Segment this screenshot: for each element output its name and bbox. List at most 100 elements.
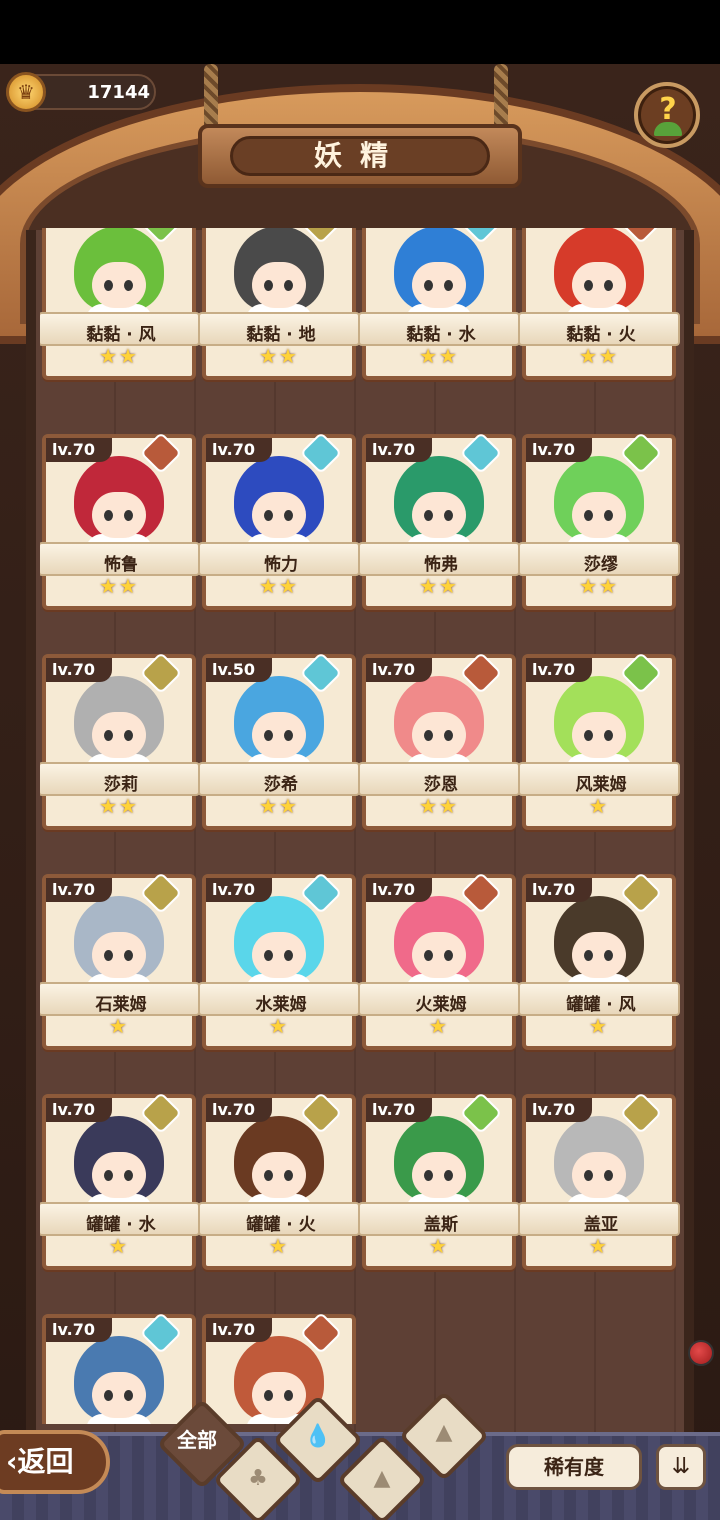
star-rating: ★ — [269, 1234, 289, 1258]
name-scroll: 莎缪 — [518, 542, 680, 576]
fairy-card[interactable]: lv.70 罐罐 · 风 ★ — [518, 871, 680, 1054]
fairy-card[interactable]: lv.70 盖亚 ★ — [518, 1091, 680, 1274]
face — [92, 712, 146, 758]
name-scroll: 怖弗 — [358, 542, 520, 576]
face — [252, 492, 306, 538]
fairy-name: 莎恩 — [424, 775, 458, 795]
level-badge: lv.70 — [46, 1318, 112, 1342]
sort-order-button[interactable]: ⇊ — [656, 1444, 706, 1490]
fairy-card[interactable]: 黏黏 · 地 ★★ — [198, 228, 360, 384]
fairy-name: 黏黏 · 火 — [566, 325, 636, 345]
star-rating: ★ — [109, 1014, 129, 1038]
star-rating: ★★ — [259, 574, 299, 598]
level-badge: lv.70 — [366, 658, 432, 682]
fairy-card[interactable]: 黏黏 · 水 ★★ — [358, 228, 520, 384]
name-scroll: 怖鲁 — [40, 542, 200, 576]
name-scroll: 莎恩 — [358, 762, 520, 796]
level-badge: lv.70 — [206, 1318, 272, 1342]
name-scroll: 盖斯 — [358, 1202, 520, 1236]
sprout-icon: ♣ — [248, 1466, 268, 1491]
fairy-name: 盖亚 — [584, 1215, 618, 1235]
star-rating: ★ — [589, 1234, 609, 1258]
star-rating: ★★ — [579, 344, 619, 368]
fairy-name: 黏黏 · 水 — [406, 325, 476, 345]
filter-all-label: 全部 — [177, 1428, 217, 1452]
name-scroll: 风莱姆 — [518, 762, 680, 796]
fairy-card[interactable]: 黏黏 · 火 ★★ — [518, 228, 680, 384]
coin-value: 17144 — [87, 82, 150, 103]
back-label: 返回 — [17, 1445, 74, 1478]
name-scroll: 罐罐 · 风 — [518, 982, 680, 1016]
back-chevron-icon: ‹ — [6, 1445, 18, 1478]
star-rating: ★★ — [579, 574, 619, 598]
fairy-card[interactable]: lv.50 莎希 ★★ — [198, 651, 360, 834]
status-bar — [0, 0, 720, 64]
water-drop-icon: 💧 — [304, 1424, 332, 1449]
leaf-icon — [654, 122, 682, 136]
star-rating: ★★ — [419, 794, 459, 818]
level-badge: lv.70 — [366, 438, 432, 462]
fairy-card[interactable]: lv.70 怖弗 ★★ — [358, 431, 520, 614]
help-button[interactable]: ? — [634, 82, 700, 148]
fairy-name: 怖鲁 — [104, 555, 138, 575]
face — [92, 262, 146, 308]
rarity-sort-button[interactable]: 稀有度 — [506, 1444, 642, 1490]
level-badge: lv.70 — [206, 878, 272, 902]
fairy-card[interactable]: lv.70 莎恩 ★★ — [358, 651, 520, 834]
fairy-name: 莎莉 — [104, 775, 138, 795]
fairy-card[interactable]: 黏黏 · 风 ★★ — [40, 228, 200, 384]
level-badge: lv.70 — [206, 1098, 272, 1122]
fairy-card[interactable]: lv.70 罐罐 · 水 ★ — [40, 1091, 200, 1274]
name-scroll: 黏黏 · 火 — [518, 312, 680, 346]
ladybug-icon[interactable] — [688, 1340, 714, 1366]
star-rating: ★★ — [99, 794, 139, 818]
level-badge: lv.70 — [46, 1098, 112, 1122]
page-title: 妖精 — [230, 136, 490, 176]
fairy-card[interactable]: lv.70 — [42, 1311, 196, 1424]
fairy-name: 怖弗 — [424, 555, 458, 575]
face — [412, 932, 466, 978]
face — [412, 262, 466, 308]
face — [572, 712, 626, 758]
face — [412, 492, 466, 538]
face — [252, 932, 306, 978]
name-scroll: 火莱姆 — [358, 982, 520, 1016]
name-scroll: 莎莉 — [40, 762, 200, 796]
fairy-name: 罐罐 · 风 — [566, 995, 636, 1015]
fairy-name: 风莱姆 — [575, 775, 627, 795]
star-rating: ★★ — [259, 794, 299, 818]
fairy-card[interactable]: lv.70 怖力 ★★ — [198, 431, 360, 614]
fairy-card[interactable]: lv.70 莎莉 ★★ — [40, 651, 200, 834]
fairy-name: 罐罐 · 水 — [86, 1215, 156, 1235]
fairy-card[interactable]: lv.70 火莱姆 ★ — [358, 871, 520, 1054]
star-rating: ★★ — [419, 574, 459, 598]
fairy-card[interactable]: lv.70 罐罐 · 火 ★ — [198, 1091, 360, 1274]
face — [572, 932, 626, 978]
fairy-card[interactable]: lv.70 怖鲁 ★★ — [40, 431, 200, 614]
back-button[interactable]: ‹返回 — [0, 1430, 110, 1494]
star-rating: ★ — [109, 1234, 129, 1258]
level-badge: lv.70 — [526, 878, 592, 902]
fairy-card[interactable]: lv.70 莎缪 ★★ — [518, 431, 680, 614]
fairy-name: 水莱姆 — [255, 995, 307, 1015]
fairy-card[interactable]: lv.70 — [202, 1311, 356, 1424]
face — [252, 1152, 306, 1198]
name-scroll: 莎希 — [198, 762, 360, 796]
fairy-card[interactable]: lv.70 风莱姆 ★ — [518, 651, 680, 834]
coin-counter: ♛ 17144 — [6, 72, 156, 112]
fairy-name: 怖力 — [264, 555, 298, 575]
fairy-card[interactable]: lv.70 盖斯 ★ — [358, 1091, 520, 1274]
fairy-grid: 黏黏 · 风 ★★ 黏黏 · 地 ★★ 黏黏 · 水 ★★ 黏黏 · 火 ★★ lv.70 怖鲁 ★… — [40, 228, 680, 1424]
fairy-card[interactable]: lv.70 水莱姆 ★ — [198, 871, 360, 1054]
fairy-name: 石莱姆 — [95, 995, 147, 1015]
face — [92, 1152, 146, 1198]
star-rating: ★★ — [259, 344, 299, 368]
level-badge: lv.50 — [206, 658, 272, 682]
star-rating: ★ — [429, 1014, 449, 1038]
name-scroll: 罐罐 · 火 — [198, 1202, 360, 1236]
level-badge: lv.70 — [526, 1098, 592, 1122]
fairy-card[interactable]: lv.70 石莱姆 ★ — [40, 871, 200, 1054]
face — [252, 712, 306, 758]
star-rating: ★ — [589, 1014, 609, 1038]
star-rating: ★★ — [419, 344, 459, 368]
